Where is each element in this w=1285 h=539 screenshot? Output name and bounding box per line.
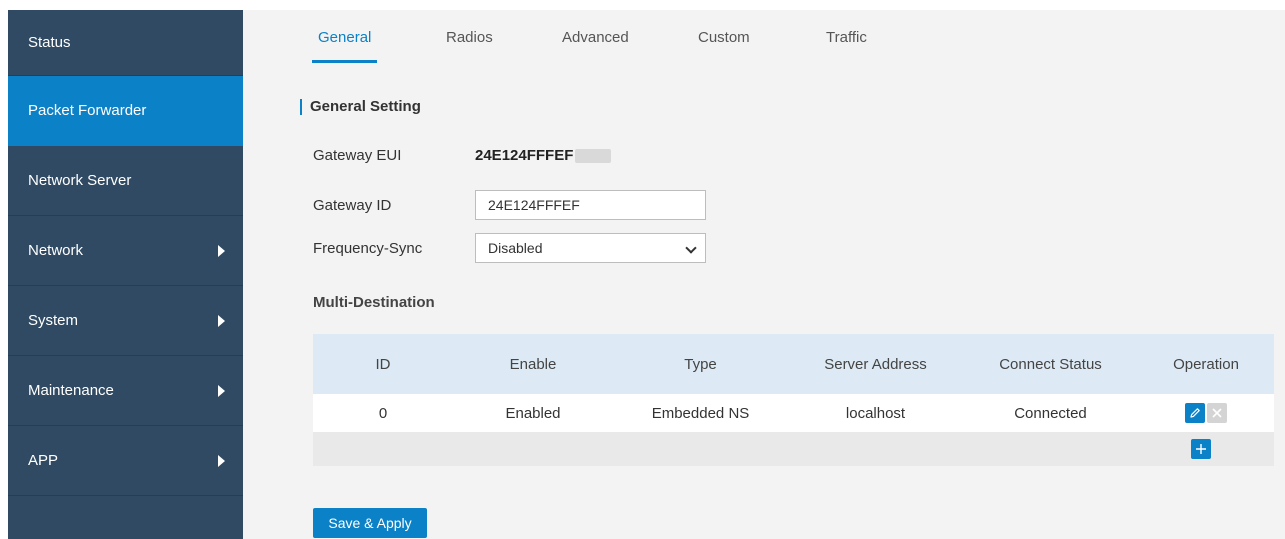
tab-radios[interactable]: Radios: [446, 10, 493, 66]
sidebar-item-label: Status: [28, 34, 71, 51]
table-footer: [313, 432, 1274, 466]
cell-id: 0: [378, 404, 388, 422]
column-header-connect-status: Connect Status: [999, 355, 1102, 373]
tab-traffic[interactable]: Traffic: [826, 10, 867, 66]
column-header-type: Type: [684, 355, 717, 373]
tab-general[interactable]: General: [311, 10, 378, 66]
chevron-down-icon: [685, 242, 697, 254]
column-header-enable: Enable: [509, 355, 557, 373]
sidebar-item-network-server[interactable]: Network Server: [8, 146, 243, 216]
cell-type: Embedded NS: [651, 404, 750, 422]
tab-advanced[interactable]: Advanced: [562, 10, 629, 66]
column-header-server-address: Server Address: [824, 355, 927, 373]
chevron-right-icon: [218, 454, 225, 467]
sidebar-item-label: System: [28, 312, 79, 329]
app-frame: Status Packet Forwarder Network Server N…: [8, 10, 1285, 539]
sidebar-item-label: Network: [28, 242, 84, 259]
sidebar-item-network[interactable]: Network: [8, 216, 243, 286]
frequency-sync-value: Disabled: [488, 240, 543, 256]
cell-operation: [1138, 394, 1274, 432]
chevron-right-icon: [218, 384, 225, 397]
redacted-mask: [575, 149, 612, 164]
tab-bar: General Radios Advanced Custom Traffic: [243, 10, 1285, 66]
save-apply-button[interactable]: Save & Apply: [313, 508, 427, 538]
delete-button[interactable]: [1207, 403, 1227, 423]
sidebar-item-app[interactable]: APP: [8, 426, 243, 496]
table-row: 0 Enabled Embedded NS localhost Connecte…: [313, 394, 1274, 432]
content-area: General Setting Gateway EUI 24E124FFFEF …: [243, 66, 1285, 539]
multi-destination-title: Multi-Destination: [313, 294, 435, 311]
sidebar-item-label: APP: [28, 452, 59, 469]
sidebar-item-packet-forwarder[interactable]: Packet Forwarder: [8, 76, 243, 146]
sidebar-item-status[interactable]: Status: [8, 10, 243, 76]
column-header-operation: Operation: [1173, 355, 1239, 373]
main-panel: General Radios Advanced Custom Traffic G…: [243, 10, 1285, 539]
frequency-sync-label: Frequency-Sync: [313, 240, 423, 257]
gateway-eui-label: Gateway EUI: [313, 147, 402, 164]
frequency-sync-select[interactable]: Disabled: [475, 233, 706, 263]
tab-custom[interactable]: Custom: [698, 10, 750, 66]
cell-server-address: localhost: [845, 404, 906, 422]
gateway-id-label: Gateway ID: [313, 197, 392, 214]
column-header-id: ID: [375, 355, 391, 373]
pencil-icon: [1190, 408, 1200, 418]
destination-table: ID Enable Type Server Address Connect St…: [313, 334, 1274, 466]
cell-enable: Enabled: [505, 404, 561, 422]
gateway-id-input[interactable]: [475, 190, 706, 220]
gateway-eui-text: 24E124FFFEF: [475, 147, 574, 164]
add-destination-button[interactable]: [1191, 439, 1211, 459]
sidebar-item-system[interactable]: System: [8, 286, 243, 356]
chevron-right-icon: [218, 244, 225, 257]
section-title: General Setting: [300, 99, 421, 115]
chevron-right-icon: [218, 314, 225, 327]
gateway-eui-value: 24E124FFFEF: [475, 147, 612, 164]
close-icon: [1212, 408, 1222, 418]
sidebar: Status Packet Forwarder Network Server N…: [8, 10, 243, 539]
cell-connect-status: Connected: [1014, 404, 1087, 422]
table-header: ID Enable Type Server Address Connect St…: [313, 334, 1274, 394]
sidebar-item-label: Packet Forwarder: [28, 102, 147, 119]
sidebar-item-label: Network Server: [28, 172, 132, 189]
sidebar-item-label: Maintenance: [28, 382, 114, 399]
sidebar-item-maintenance[interactable]: Maintenance: [8, 356, 243, 426]
plus-icon: [1196, 444, 1206, 454]
edit-button[interactable]: [1185, 403, 1205, 423]
